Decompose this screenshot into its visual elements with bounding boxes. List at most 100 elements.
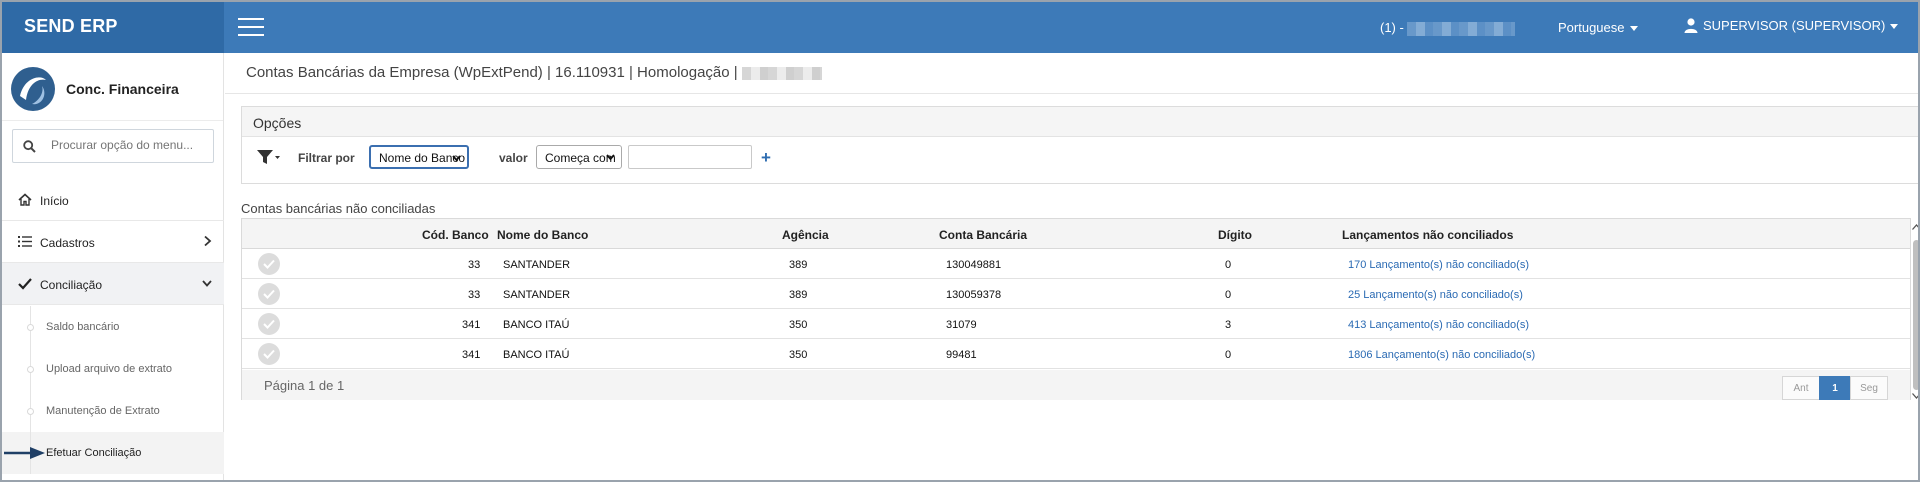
filter-field-select[interactable]: Nome do Banco xyxy=(369,145,469,169)
title-divider xyxy=(225,93,1918,94)
table-row[interactable]: 341 BANCO ITAÚ 350 99481 0 1806 Lançamento(s)… xyxy=(242,339,1910,369)
cell-conta: 31079 xyxy=(946,319,977,331)
sidebar-item-label: Início xyxy=(40,194,69,208)
column-header-agencia[interactable]: Agência xyxy=(782,228,829,242)
brand-logo-text[interactable]: SEND ERP xyxy=(2,2,224,53)
table-row[interactable]: 341 BANCO ITAÚ 350 31079 3 413 Lançament… xyxy=(242,309,1910,339)
cell-nome-banco: BANCO ITAÚ xyxy=(503,349,570,361)
cell-cod-banco: 33 xyxy=(468,289,481,301)
check-icon xyxy=(18,278,32,290)
sidebar-subitem-upload-extrato[interactable]: Upload arquivo de extrato xyxy=(2,348,224,390)
sidebar-item-conciliacao[interactable]: Conciliação xyxy=(2,263,224,305)
top-navbar: (1) - Portuguese SUPERVISOR (SUPERVISOR) xyxy=(224,2,1918,53)
row-select-check-icon[interactable] xyxy=(258,343,280,365)
sidebar-subitem-label: Saldo bancário xyxy=(46,321,120,333)
column-header-conta-bancaria[interactable]: Conta Bancária xyxy=(939,228,1027,242)
sidebar-subitem-label: Efetuar Conciliação xyxy=(46,447,142,459)
company-prefix: (1) - xyxy=(1380,20,1404,35)
user-dropdown[interactable]: SUPERVISOR (SUPERVISOR) xyxy=(1684,18,1899,33)
chevron-down-icon xyxy=(202,280,212,287)
cell-conta: 130059378 xyxy=(946,289,1002,301)
prev-page-button[interactable]: Ant xyxy=(1782,376,1820,400)
cell-digito: 0 xyxy=(1225,259,1232,271)
tree-dot-icon xyxy=(27,324,34,331)
filter-by-label: Filtrar por xyxy=(298,151,355,165)
cell-cod-banco: 33 xyxy=(468,259,481,271)
page-title: Contas Bancárias da Empresa (WpExtPend) … xyxy=(246,64,822,81)
row-select-check-icon[interactable] xyxy=(258,283,280,305)
scroll-thumb[interactable] xyxy=(1913,240,1918,390)
pager-status: Página 1 de 1 xyxy=(264,378,345,393)
chevron-right-icon xyxy=(204,235,212,247)
table-row[interactable]: 33 SANTANDER 389 130059378 0 25 Lançamen… xyxy=(242,279,1910,309)
list-icon xyxy=(18,236,32,247)
sidebar: Conc. Financeira Início Cadastros xyxy=(2,53,224,480)
cell-agencia: 389 xyxy=(789,289,808,301)
sidebar-item-label: Cadastros xyxy=(40,236,95,250)
accounts-grid: Cód. Banco Nome do Banco Agência Conta B… xyxy=(241,218,1911,400)
cell-agencia: 389 xyxy=(789,259,808,271)
language-dropdown[interactable]: Portuguese xyxy=(1558,20,1638,35)
sidebar-subitem-saldo-bancario[interactable]: Saldo bancário xyxy=(2,306,224,348)
pointer-arrow-icon xyxy=(4,447,45,459)
cell-cod-banco: 341 xyxy=(462,319,481,331)
cell-conta: 130049881 xyxy=(946,259,1002,271)
scroll-down-icon[interactable] xyxy=(1912,393,1920,399)
cell-nome-banco: BANCO ITAÚ xyxy=(503,319,570,331)
cell-agencia: 350 xyxy=(789,319,808,331)
cell-nome-banco: SANTANDER xyxy=(503,289,571,301)
row-select-check-icon[interactable] xyxy=(258,253,280,275)
row-select-check-icon[interactable] xyxy=(258,313,280,335)
operator-select[interactable]: Começa com xyxy=(536,145,622,169)
add-filter-button[interactable]: + xyxy=(761,148,771,168)
options-heading: Opções xyxy=(242,107,1918,137)
filter-value-input[interactable] xyxy=(628,145,752,169)
lancamentos-link[interactable]: 413 Lançamento(s) não conciliado(s) xyxy=(1348,319,1529,331)
column-header-lancamentos[interactable]: Lançamentos não conciliados xyxy=(1342,228,1513,242)
cell-nome-banco: SANTANDER xyxy=(503,259,571,271)
sidebar-subitem-manutencao-extrato[interactable]: Manutenção de Extrato xyxy=(2,390,224,432)
lancamentos-link[interactable]: 170 Lançamento(s) não conciliado(s) xyxy=(1348,259,1529,271)
tree-dot-icon xyxy=(27,408,34,415)
user-name: SUPERVISOR (SUPERVISOR) xyxy=(1703,18,1886,33)
cell-digito: 0 xyxy=(1225,349,1232,361)
sidebar-header: Conc. Financeira xyxy=(2,53,223,121)
chevron-down-icon xyxy=(452,155,461,162)
lancamentos-link[interactable]: 1806 Lançamento(s) não conciliado(s) xyxy=(1348,349,1535,361)
tree-dot-icon xyxy=(27,366,34,373)
column-header-cod-banco[interactable]: Cód. Banco xyxy=(422,228,489,242)
cell-digito: 0 xyxy=(1225,289,1232,301)
page-1-button[interactable]: 1 xyxy=(1819,376,1851,400)
filter-icon[interactable] xyxy=(256,149,280,165)
grid-caption: Contas bancárias não conciliadas xyxy=(241,201,436,216)
grid-scrollbar[interactable] xyxy=(1910,218,1920,400)
environment-redacted xyxy=(741,66,822,80)
scroll-up-icon[interactable] xyxy=(1912,224,1920,230)
home-icon xyxy=(18,193,32,206)
sidebar-item-cadastros[interactable]: Cadastros xyxy=(2,221,224,263)
language-label: Portuguese xyxy=(1558,20,1625,35)
caret-down-icon xyxy=(1890,24,1899,30)
page-title-text: Contas Bancárias da Empresa (WpExtPend) … xyxy=(246,64,738,81)
table-row[interactable]: 33 SANTANDER 389 130049881 0 170 Lançame… xyxy=(242,249,1910,279)
cell-cod-banco: 341 xyxy=(462,349,481,361)
grid-pager: Página 1 de 1 Ant 1 Seg xyxy=(242,370,1910,400)
next-page-button[interactable]: Seg xyxy=(1850,376,1888,400)
cell-digito: 3 xyxy=(1225,319,1232,331)
sidebar-item-inicio[interactable]: Início xyxy=(2,179,224,221)
column-header-nome-banco[interactable]: Nome do Banco xyxy=(497,228,588,242)
menu-search-box[interactable] xyxy=(12,129,214,163)
company-selector[interactable]: (1) - xyxy=(1380,20,1516,36)
sidebar-item-label: Conciliação xyxy=(40,278,103,292)
menu-search-input[interactable] xyxy=(51,138,207,152)
menu-toggle-icon[interactable] xyxy=(238,18,264,38)
company-logo-icon xyxy=(11,67,55,111)
cell-conta: 99481 xyxy=(946,349,977,361)
lancamentos-link[interactable]: 25 Lançamento(s) não conciliado(s) xyxy=(1348,289,1523,301)
column-header-digito[interactable]: Dígito xyxy=(1218,228,1252,242)
cell-agencia: 350 xyxy=(789,349,808,361)
search-icon xyxy=(23,140,36,153)
company-name-redacted xyxy=(1407,21,1516,36)
chevron-down-icon xyxy=(606,154,615,161)
main-content: Contas Bancárias da Empresa (WpExtPend) … xyxy=(225,53,1918,480)
